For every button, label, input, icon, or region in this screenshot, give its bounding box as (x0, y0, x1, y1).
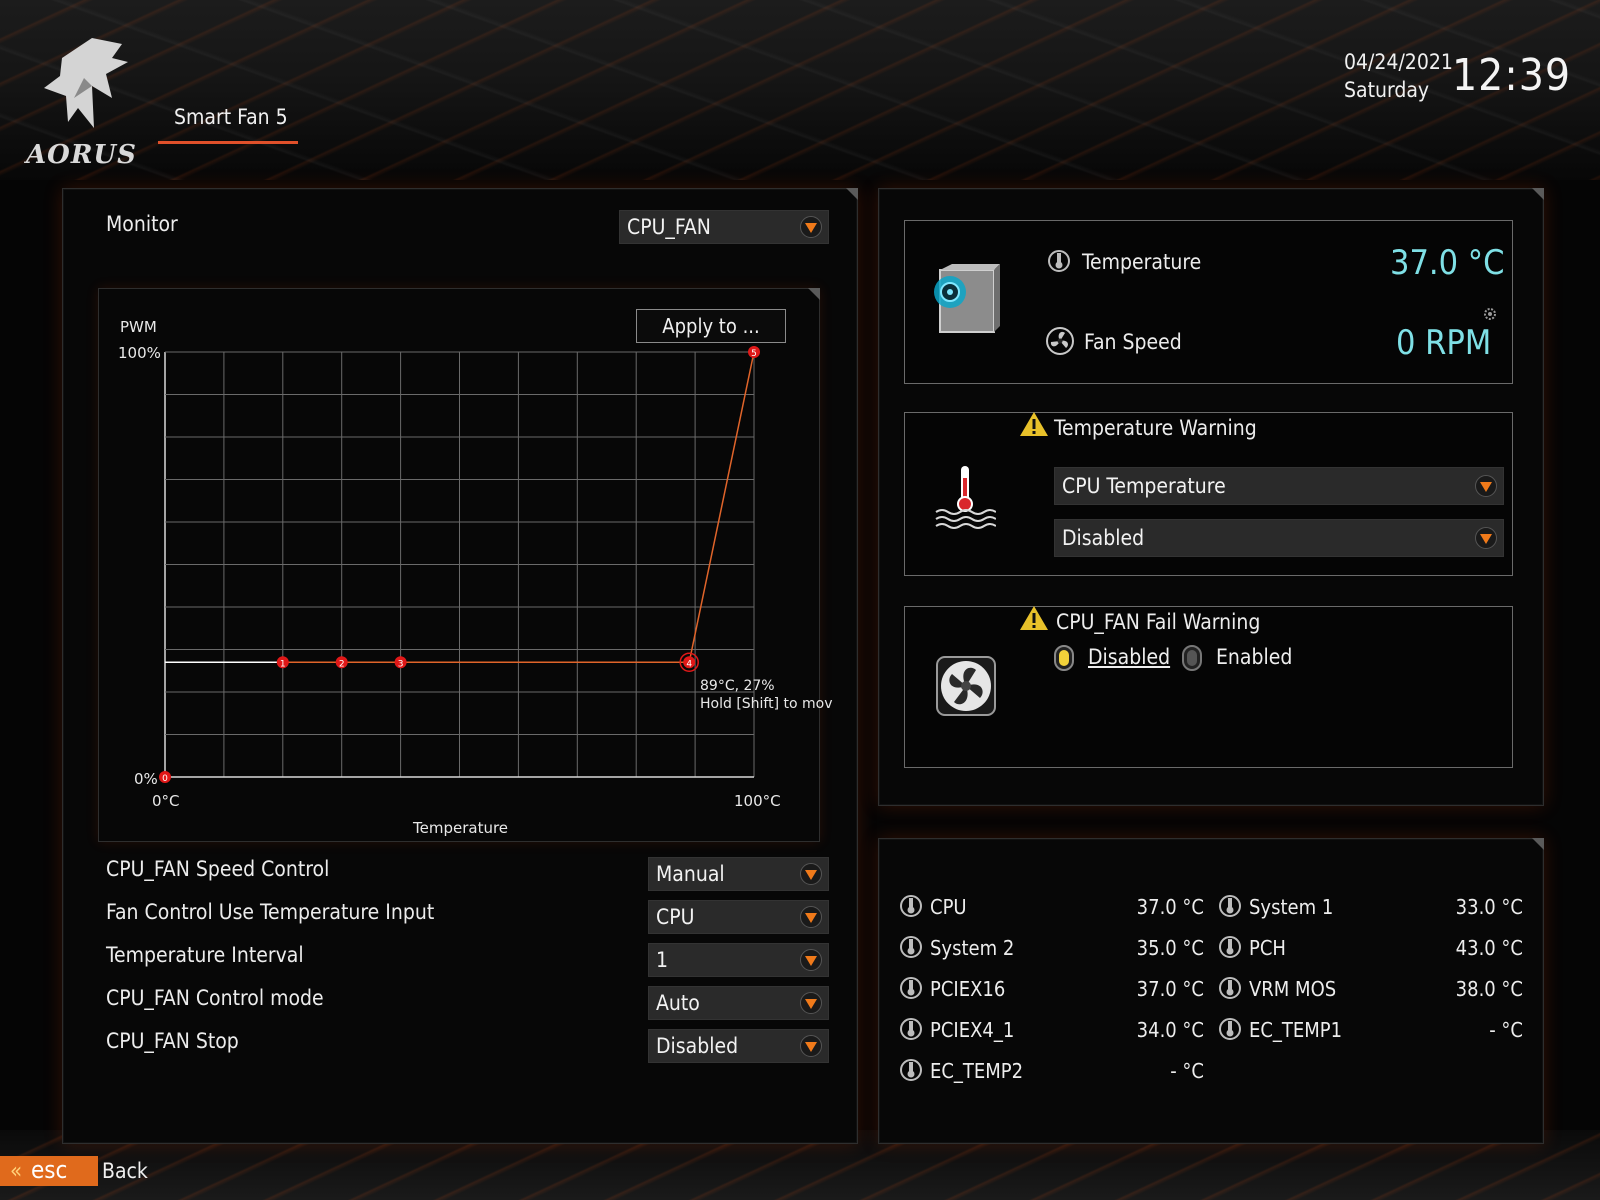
thermometer-icon (900, 895, 922, 917)
temperature-interval-value: 1 (656, 948, 669, 972)
thermometer-icon (1219, 895, 1241, 917)
tab-smart-fan-5[interactable]: Smart Fan 5 (174, 105, 288, 129)
fan-icon (1046, 327, 1074, 355)
thermometer-icon (1219, 1018, 1241, 1040)
double-chevron-left-icon: « (10, 1159, 23, 1184)
thermometer-icon (900, 977, 922, 999)
speed-control-value: Manual (656, 862, 725, 886)
panel-corner (1532, 838, 1544, 850)
fan-fail-warning-title: CPU_FAN Fail Warning (1056, 610, 1261, 634)
warning-source-select[interactable]: CPU Temperature (1054, 467, 1504, 505)
speed-control-select[interactable]: Manual (648, 857, 829, 891)
speed-control-label: CPU_FAN Speed Control (106, 857, 330, 881)
monitor-select-value: CPU_FAN (627, 215, 711, 239)
clock-time: 12:39 (1452, 50, 1572, 101)
back-button[interactable]: Back (102, 1159, 148, 1183)
thermometer-icon (900, 936, 922, 958)
esc-label: esc (30, 1156, 68, 1184)
thermometer-icon (900, 1059, 922, 1081)
chevron-down-icon (1475, 527, 1497, 549)
chevron-down-icon (800, 949, 822, 971)
warning-source-value: CPU Temperature (1062, 474, 1226, 498)
sensor-value: 43.0 °C (1455, 936, 1523, 960)
panel-corner (1532, 188, 1544, 200)
warning-icon (1020, 412, 1048, 436)
fan-stop-value: Disabled (656, 1034, 739, 1058)
thermometer-icon (1048, 250, 1070, 272)
chevron-down-icon (800, 992, 822, 1014)
sensor-name: PCIEX16 (930, 977, 1006, 1001)
case-fan-icon (936, 656, 996, 716)
thermometer-icon (1219, 936, 1241, 958)
chevron-down-icon (800, 216, 822, 238)
sensor-value: 37.0 °C (1136, 895, 1204, 919)
thermometer-water-icon (935, 466, 996, 529)
temperature-input-label: Fan Control Use Temperature Input (106, 900, 435, 924)
temperature-interval-label: Temperature Interval (106, 943, 304, 967)
sensor-value: 37.0 °C (1136, 977, 1204, 1001)
radio-selected-icon (1054, 645, 1074, 671)
warning-threshold-select[interactable]: Disabled (1054, 519, 1504, 557)
date-text: 04/24/2021 (1344, 50, 1453, 74)
pc-case-icon (934, 264, 1000, 333)
sensor-value: 38.0 °C (1455, 977, 1523, 1001)
sensor-name: EC_TEMP2 (930, 1059, 1024, 1083)
fan-fail-disabled-label: Disabled (1088, 645, 1171, 669)
sensor-name: CPU (930, 895, 967, 919)
esc-key-badge[interactable]: « esc (0, 1156, 98, 1186)
monitor-select[interactable]: CPU_FAN (619, 210, 829, 244)
temperature-value: 37.0 °C (1390, 243, 1505, 283)
sensor-name: PCIEX4_1 (930, 1018, 1015, 1042)
sensor-value: 35.0 °C (1136, 936, 1204, 960)
sensor-name: System 2 (930, 936, 1015, 960)
warning-threshold-value: Disabled (1062, 526, 1145, 550)
temperature-interval-select[interactable]: 1 (648, 943, 829, 977)
sensor-value: - °C (1489, 1018, 1523, 1042)
panel-corner (846, 188, 858, 200)
fan-stop-select[interactable]: Disabled (648, 1029, 829, 1063)
chevron-down-icon (800, 1035, 822, 1057)
thermometer-icon (1219, 977, 1241, 999)
temperature-label: Temperature (1082, 250, 1202, 274)
active-tab-indicator (158, 141, 298, 144)
fan-speed-label: Fan Speed (1084, 330, 1182, 354)
settings-gear-icon[interactable] (1482, 306, 1498, 322)
control-mode-select[interactable]: Auto (648, 986, 829, 1020)
fan-fail-enabled-label: Enabled (1216, 645, 1293, 669)
weekday-text: Saturday (1344, 78, 1430, 102)
sensor-value: 33.0 °C (1455, 895, 1523, 919)
chevron-down-icon (800, 863, 822, 885)
chevron-down-icon (800, 906, 822, 928)
sensor-value: 34.0 °C (1136, 1018, 1204, 1042)
date-display: 04/24/2021 Saturday (1344, 48, 1453, 104)
sensor-value: - °C (1170, 1059, 1204, 1083)
logo-wordmark: AORUS (26, 140, 137, 170)
monitor-label: Monitor (106, 212, 178, 236)
sensor-name: EC_TEMP1 (1249, 1018, 1343, 1042)
fan-curve-chart-panel (98, 288, 820, 842)
chevron-down-icon (1475, 475, 1497, 497)
apply-to-button[interactable]: Apply to ... (636, 309, 786, 343)
temperature-input-select[interactable]: CPU (648, 900, 829, 934)
sensor-name: System 1 (1249, 895, 1334, 919)
panel-corner (808, 288, 820, 300)
fan-speed-value: 0 RPM (1396, 323, 1492, 363)
control-mode-value: Auto (656, 991, 700, 1015)
temperature-input-value: CPU (656, 905, 695, 929)
radio-unselected-icon (1182, 645, 1202, 671)
fan-stop-label: CPU_FAN Stop (106, 1029, 239, 1053)
sensor-name: PCH (1249, 936, 1286, 960)
temperature-warning-title: Temperature Warning (1054, 416, 1257, 440)
sensor-name: VRM MOS (1249, 977, 1337, 1001)
warning-icon (1020, 606, 1048, 630)
control-mode-label: CPU_FAN Control mode (106, 986, 324, 1010)
thermometer-icon (900, 1018, 922, 1040)
